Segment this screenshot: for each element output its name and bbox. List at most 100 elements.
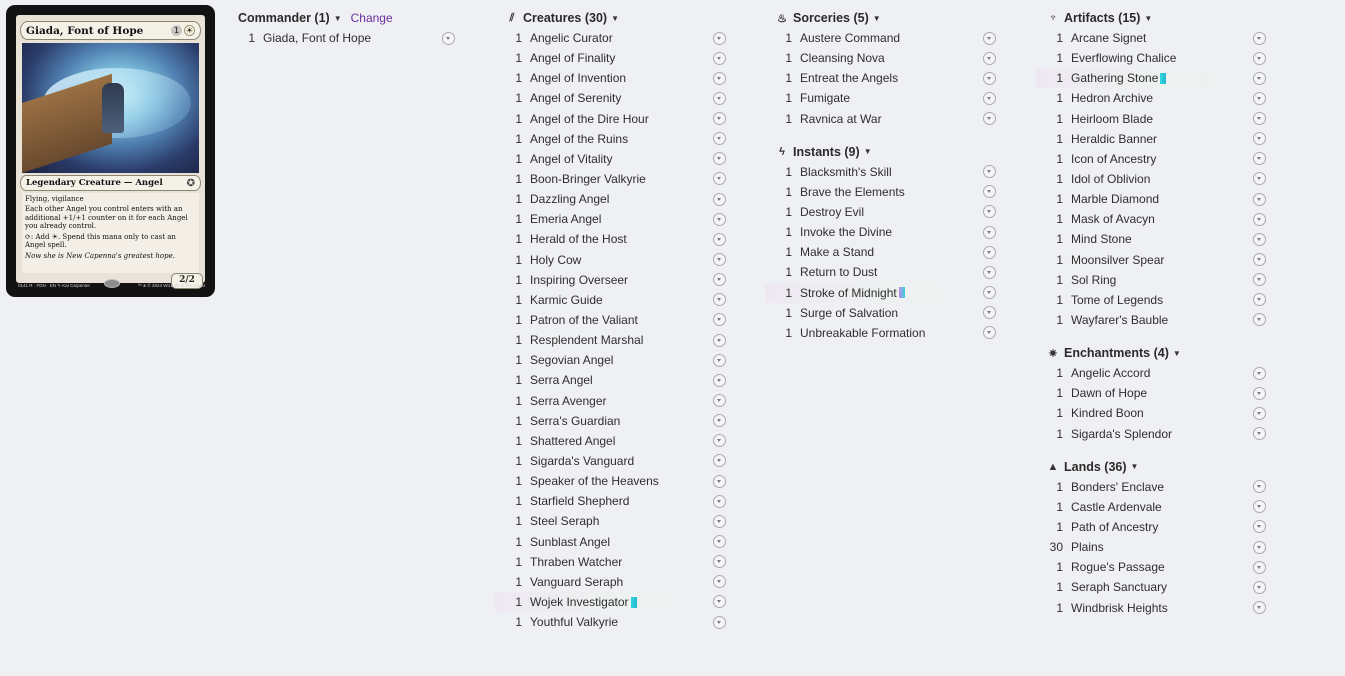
chevron-circle-icon[interactable]: [1253, 51, 1266, 65]
card-name-link[interactable]: Bonders' Enclave: [1071, 480, 1164, 494]
chevron-circle-icon[interactable]: [983, 185, 996, 199]
card-row[interactable]: 1 Ravnica at War: [765, 109, 1011, 129]
chevron-circle-icon[interactable]: [713, 615, 726, 629]
chevron-circle-icon[interactable]: [713, 91, 726, 105]
chevron-circle-icon[interactable]: [713, 394, 726, 408]
card-row[interactable]: 1 Path of Ancestry: [1036, 517, 1282, 537]
chevron-circle-icon[interactable]: [983, 265, 996, 279]
card-name-link[interactable]: Sunblast Angel: [530, 535, 610, 549]
card-name-link[interactable]: Windbrisk Heights: [1071, 601, 1168, 615]
card-row[interactable]: 1 Boon-Bringer Valkyrie: [495, 169, 741, 189]
chevron-circle-icon[interactable]: [1253, 152, 1266, 166]
card-name-link[interactable]: Angel of Serenity: [530, 91, 621, 105]
chevron-circle-icon[interactable]: [983, 306, 996, 320]
card-row[interactable]: 1 Resplendent Marshal: [495, 330, 741, 350]
chevron-circle-icon[interactable]: [983, 286, 996, 300]
card-row[interactable]: 1 Thraben Watcher: [495, 552, 741, 572]
card-row[interactable]: 1 Entreat the Angels: [765, 68, 1011, 88]
card-name-link[interactable]: Sigarda's Vanguard: [530, 454, 634, 468]
card-row[interactable]: 1 Idol of Oblivion: [1036, 169, 1282, 189]
card-row[interactable]: 1 Cleansing Nova: [765, 48, 1011, 68]
card-name-link[interactable]: Heraldic Banner: [1071, 132, 1157, 146]
card-name-link[interactable]: Castle Ardenvale: [1071, 500, 1162, 514]
card-row[interactable]: 1 Marble Diamond: [1036, 189, 1282, 209]
card-name-link[interactable]: Angel of the Ruins: [530, 132, 628, 146]
card-name-link[interactable]: Giada, Font of Hope: [263, 31, 371, 45]
card-row[interactable]: 1 Heirloom Blade: [1036, 109, 1282, 129]
card-name-link[interactable]: Inspiring Overseer: [530, 273, 628, 287]
card-name-link[interactable]: Karmic Guide: [530, 293, 603, 307]
card-row[interactable]: 1 Vanguard Seraph: [495, 572, 741, 592]
card-name-link[interactable]: Idol of Oblivion: [1071, 172, 1150, 186]
chevron-circle-icon[interactable]: [1253, 366, 1266, 380]
chevron-circle-icon[interactable]: [713, 51, 726, 65]
card-name-link[interactable]: Youthful Valkyrie: [530, 615, 618, 629]
card-row[interactable]: 1 Austere Command: [765, 28, 1011, 48]
card-name-link[interactable]: Rogue's Passage: [1071, 560, 1165, 574]
card-name-link[interactable]: Plains: [1071, 540, 1104, 554]
card-row[interactable]: 1 Serra Angel: [495, 370, 741, 390]
card-row[interactable]: 1 Dazzling Angel: [495, 189, 741, 209]
chevron-circle-icon[interactable]: [1253, 386, 1266, 400]
card-name-link[interactable]: Angel of the Dire Hour: [530, 112, 649, 126]
chevron-circle-icon[interactable]: [1253, 192, 1266, 206]
chevron-circle-icon[interactable]: [983, 31, 996, 45]
card-row[interactable]: 1 Moonsilver Spear: [1036, 250, 1282, 270]
section-header[interactable]: ϟ Instants (9) ▼: [775, 142, 1011, 162]
chevron-circle-icon[interactable]: [713, 253, 726, 267]
chevron-circle-icon[interactable]: [713, 514, 726, 528]
card-row[interactable]: 1 Serra Avenger: [495, 391, 741, 411]
card-row[interactable]: 1 Giada, Font of Hope: [228, 28, 470, 48]
card-name-link[interactable]: Patron of the Valiant: [530, 313, 638, 327]
card-name-link[interactable]: Vanguard Seraph: [530, 575, 623, 589]
card-row[interactable]: 1 Fumigate: [765, 88, 1011, 108]
card-row[interactable]: 1 Unbreakable Formation: [765, 323, 1011, 343]
card-row[interactable]: 1 Emeria Angel: [495, 209, 741, 229]
card-row[interactable]: 1 Arcane Signet: [1036, 28, 1282, 48]
chevron-circle-icon[interactable]: [713, 293, 726, 307]
chevron-circle-icon[interactable]: [1253, 71, 1266, 85]
caret-down-icon[interactable]: ▼: [1144, 14, 1152, 23]
card-row[interactable]: 1 Angelic Curator: [495, 28, 741, 48]
chevron-circle-icon[interactable]: [1253, 540, 1266, 554]
chevron-circle-icon[interactable]: [983, 225, 996, 239]
card-name-link[interactable]: Starfield Shepherd: [530, 494, 629, 508]
caret-down-icon[interactable]: ▼: [873, 14, 881, 23]
chevron-circle-icon[interactable]: [713, 575, 726, 589]
card-row[interactable]: 1 Angel of Invention: [495, 68, 741, 88]
chevron-circle-icon[interactable]: [713, 212, 726, 226]
card-name-link[interactable]: Angelic Curator: [530, 31, 613, 45]
card-name-link[interactable]: Heirloom Blade: [1071, 112, 1153, 126]
card-name-link[interactable]: Shattered Angel: [530, 434, 615, 448]
card-row[interactable]: 1 Gathering Stone: [1036, 68, 1282, 89]
caret-down-icon[interactable]: ▼: [1173, 349, 1181, 358]
card-name-link[interactable]: Resplendent Marshal: [530, 333, 643, 347]
card-row[interactable]: 1 Seraph Sanctuary: [1036, 577, 1282, 597]
chevron-circle-icon[interactable]: [1253, 91, 1266, 105]
card-name-link[interactable]: Blacksmith's Skill: [800, 165, 892, 179]
card-name-link[interactable]: Steel Seraph: [530, 514, 599, 528]
chevron-circle-icon[interactable]: [713, 494, 726, 508]
chevron-circle-icon[interactable]: [713, 555, 726, 569]
card-row[interactable]: 1 Sunblast Angel: [495, 532, 741, 552]
card-name-link[interactable]: Marble Diamond: [1071, 192, 1159, 206]
card-row[interactable]: 1 Sol Ring: [1036, 270, 1282, 290]
card-name-link[interactable]: Thraben Watcher: [530, 555, 622, 569]
card-name-link[interactable]: Serra Angel: [530, 373, 593, 387]
card-row[interactable]: 1 Dawn of Hope: [1036, 383, 1282, 403]
card-name-link[interactable]: Ravnica at War: [800, 112, 882, 126]
chevron-circle-icon[interactable]: [713, 273, 726, 287]
chevron-circle-icon[interactable]: [1253, 580, 1266, 594]
card-name-link[interactable]: Icon of Ancestry: [1071, 152, 1156, 166]
chevron-circle-icon[interactable]: [983, 51, 996, 65]
chevron-circle-icon[interactable]: [713, 474, 726, 488]
card-name-link[interactable]: Herald of the Host: [530, 232, 627, 246]
chevron-circle-icon[interactable]: [1253, 406, 1266, 420]
card-row[interactable]: 1 Angel of Vitality: [495, 149, 741, 169]
card-name-link[interactable]: Fumigate: [800, 91, 850, 105]
card-row[interactable]: 1 Sigarda's Vanguard: [495, 451, 741, 471]
chevron-circle-icon[interactable]: [713, 71, 726, 85]
card-row[interactable]: 1 Wojek Investigator: [495, 591, 741, 613]
card-name-link[interactable]: Angel of Vitality: [530, 152, 613, 166]
card-name-link[interactable]: Moonsilver Spear: [1071, 253, 1164, 267]
